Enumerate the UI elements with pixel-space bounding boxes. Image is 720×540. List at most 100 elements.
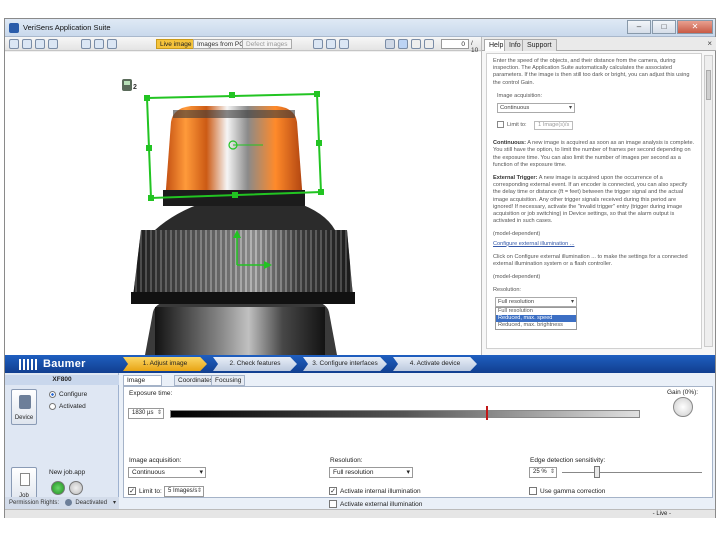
internal-illumination-checkbox[interactable]: ✓ Activate internal illumination bbox=[329, 487, 421, 495]
help-config-link-row: Configure external illumination ... bbox=[493, 241, 695, 248]
tab-defect-images[interactable]: Defect images bbox=[242, 39, 292, 49]
res-option-full[interactable]: Full resolution bbox=[496, 308, 576, 315]
resolution-label: Resolution: bbox=[330, 457, 363, 464]
job-file-icon bbox=[20, 473, 30, 486]
tab-support[interactable]: Support bbox=[522, 39, 557, 51]
gamma-check-box bbox=[529, 487, 537, 495]
permission-label: Permission Rights: bbox=[9, 500, 60, 506]
exposure-input[interactable]: 1830 µs bbox=[128, 408, 164, 419]
grid-icon[interactable] bbox=[94, 39, 104, 49]
feature-count: 2 bbox=[133, 84, 137, 91]
settings-area: XF800 Device Configure Activated Job New… bbox=[5, 373, 715, 509]
image-remove-icon[interactable] bbox=[339, 39, 349, 49]
step-configure-interfaces[interactable]: 3. Configure interfaces bbox=[303, 357, 387, 371]
permission-bar: Permission Rights: Deactivated ▾ bbox=[5, 497, 119, 509]
frame-index-input[interactable]: 0 bbox=[441, 39, 469, 49]
step-check-features[interactable]: 2. Check features bbox=[213, 357, 297, 371]
permission-value[interactable]: Deactivated bbox=[75, 500, 107, 506]
tab-live-image[interactable]: Live image bbox=[156, 39, 196, 49]
activated-radio-dot bbox=[49, 403, 56, 410]
limit-check-icon: ✓ bbox=[128, 487, 136, 495]
permission-dropdown-icon[interactable]: ▾ bbox=[113, 497, 116, 509]
help-limit-spinner[interactable]: 1 Image(s)/s bbox=[534, 121, 574, 131]
exposure-slider[interactable] bbox=[170, 410, 640, 418]
tab-focusing[interactable]: Focusing bbox=[211, 375, 246, 386]
play-icon[interactable] bbox=[398, 39, 408, 49]
res-option-brightness[interactable]: Reduced, max. brightness bbox=[496, 322, 576, 329]
help-res-select[interactable]: Full resolution bbox=[495, 296, 577, 307]
save-image-icon[interactable] bbox=[48, 39, 58, 49]
feature-count-badge bbox=[122, 79, 132, 91]
status-bar: - Live - bbox=[5, 509, 715, 518]
crop-icon[interactable] bbox=[81, 39, 91, 49]
external-illumination-checkbox[interactable]: Activate external illumination bbox=[329, 500, 422, 508]
help-limit-row: Limit to: 1 Image(s)/s bbox=[497, 121, 695, 131]
help-vertical-scrollbar[interactable] bbox=[704, 55, 713, 347]
limit-label: Limit to: bbox=[139, 487, 162, 495]
help-trigger: External Trigger: A new image is acquire… bbox=[493, 175, 695, 225]
edge-sensitivity-handle[interactable] bbox=[594, 466, 600, 478]
configure-illumination-link[interactable]: Configure external illumination ... bbox=[493, 241, 574, 247]
previous-frame-icon[interactable] bbox=[411, 39, 421, 49]
help-acq-label: Image acquisition: bbox=[497, 92, 543, 99]
tab-image-acquisition[interactable]: Image acquisition bbox=[123, 375, 162, 394]
help-trigger-text: A new image is acquired upon the occurre… bbox=[493, 175, 688, 225]
help-limit-checkbox[interactable] bbox=[497, 121, 504, 129]
edge-sensitivity-label: Edge detection sensitivity: bbox=[530, 457, 606, 464]
help-panel: Help Info Support × Enter the speed of t… bbox=[481, 37, 716, 372]
help-acq-select[interactable]: Continuous bbox=[497, 103, 575, 114]
next-frame-icon[interactable] bbox=[424, 39, 434, 49]
limit-spinner[interactable]: 5 Images/s bbox=[164, 486, 204, 497]
help-model-dependent-2: (model-dependent) bbox=[493, 274, 541, 281]
zoom-in-icon[interactable] bbox=[9, 39, 19, 49]
app-icon bbox=[9, 23, 19, 33]
image-add-icon[interactable] bbox=[326, 39, 336, 49]
help-content: Enter the speed of the objects, and thei… bbox=[486, 53, 702, 349]
internal-check-icon: ✓ bbox=[329, 487, 337, 495]
pause-icon[interactable] bbox=[385, 39, 395, 49]
window-title: VeriSens Application Suite bbox=[23, 23, 111, 32]
baumer-logo: Baumer bbox=[19, 358, 86, 370]
res-option-speed[interactable]: Reduced, max. speed bbox=[496, 314, 576, 322]
zoom-fit-icon[interactable] bbox=[35, 39, 45, 49]
exposure-label: Exposure time: bbox=[129, 390, 173, 397]
edge-sensitivity-slider[interactable] bbox=[562, 472, 702, 473]
minimize-button[interactable]: – bbox=[627, 20, 651, 34]
ok-status-icon[interactable] bbox=[51, 481, 65, 495]
close-button[interactable]: ✕ bbox=[677, 20, 713, 34]
image-viewer[interactable]: 2 bbox=[5, 52, 481, 355]
acquisition-select[interactable]: Continuous bbox=[128, 467, 206, 478]
gain-knob[interactable] bbox=[673, 397, 693, 417]
help-scroll-thumb[interactable] bbox=[706, 70, 711, 100]
image-list-icon[interactable] bbox=[313, 39, 323, 49]
gamma-correction-checkbox[interactable]: Use gamma correction bbox=[529, 487, 605, 495]
application-window: VeriSens Application Suite – □ ✕ Live im… bbox=[4, 18, 716, 518]
overlay-icon[interactable] bbox=[107, 39, 117, 49]
activated-radio[interactable]: Activated bbox=[49, 403, 86, 410]
limit-checkbox[interactable]: ✓ Limit to: bbox=[128, 487, 162, 495]
brand-name: Baumer bbox=[43, 358, 86, 370]
zoom-out-icon[interactable] bbox=[22, 39, 32, 49]
device-button-label: Device bbox=[14, 415, 34, 421]
workflow-bar: Baumer 1. Adjust image 2. Check features… bbox=[5, 355, 715, 373]
help-res-label: Resolution: bbox=[493, 287, 521, 294]
edge-sensitivity-input[interactable]: 25 % bbox=[529, 467, 557, 478]
exposure-slider-handle[interactable] bbox=[486, 406, 488, 420]
resolution-select[interactable]: Full resolution bbox=[329, 467, 413, 478]
device-panel: XF800 Device Configure Activated Job New… bbox=[5, 373, 119, 509]
external-check-box bbox=[329, 500, 337, 508]
maximize-button[interactable]: □ bbox=[652, 20, 676, 34]
help-close-icon[interactable]: × bbox=[707, 39, 712, 48]
configure-radio[interactable]: Configure bbox=[49, 391, 87, 398]
device-button[interactable]: Device bbox=[11, 389, 37, 425]
device-name: XF800 bbox=[5, 375, 119, 385]
step-adjust-image[interactable]: 1. Adjust image bbox=[123, 357, 207, 371]
step-activate-device[interactable]: 4. Activate device bbox=[393, 357, 477, 371]
tab-images-from-pc[interactable]: Images from PC bbox=[193, 39, 248, 49]
help-click-text: Click on Configure external illumination… bbox=[493, 253, 688, 268]
error-status-icon[interactable] bbox=[69, 481, 83, 495]
external-illumination-label: Activate external illumination bbox=[340, 500, 423, 508]
configure-label: Configure bbox=[59, 391, 88, 398]
internal-illumination-label: Activate internal illumination bbox=[340, 487, 421, 495]
image-acquisition-settings: Exposure time: 1830 µs Gain (0%): Image … bbox=[123, 386, 713, 508]
